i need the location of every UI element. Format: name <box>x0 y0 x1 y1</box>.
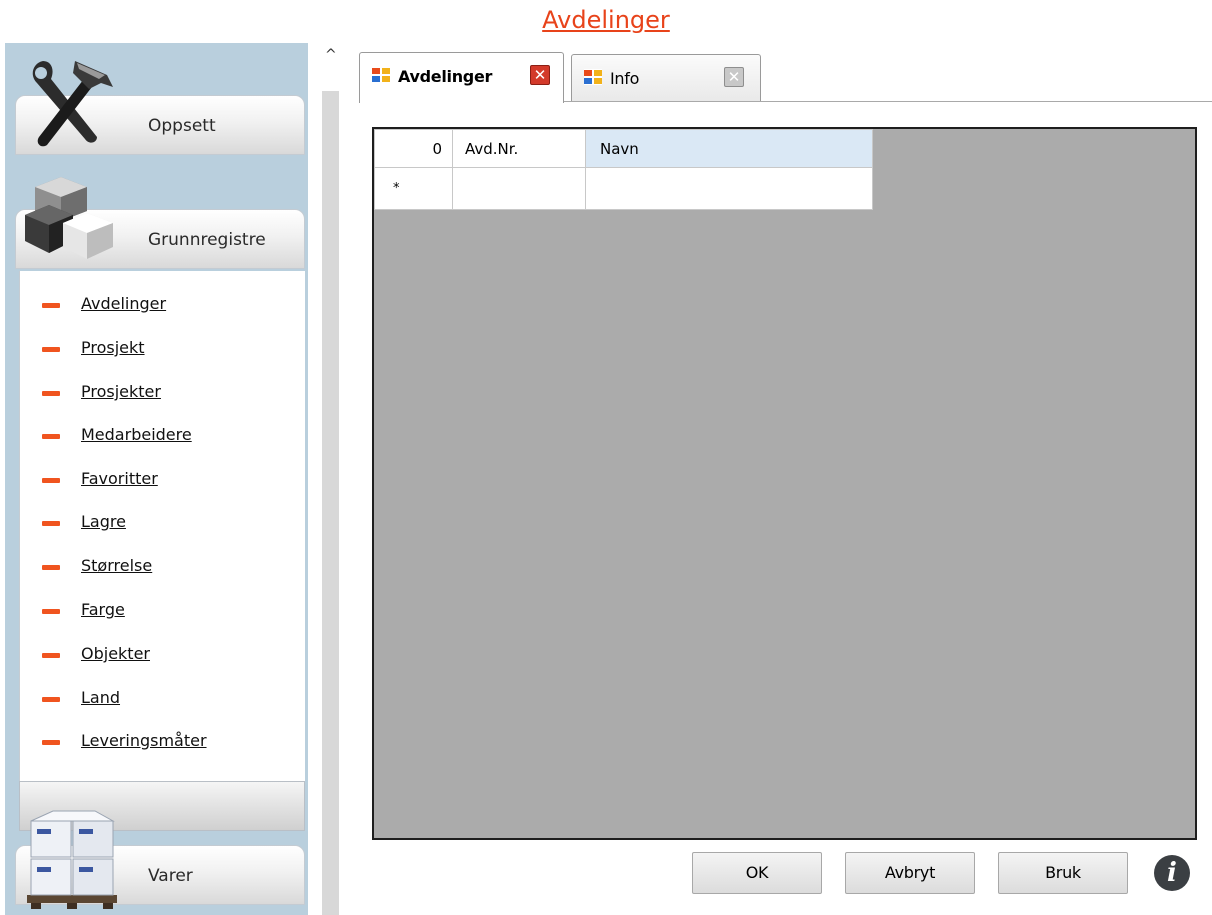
close-icon[interactable]: ✕ <box>530 65 550 85</box>
tab-info[interactable]: Info ✕ <box>571 54 761 101</box>
orange-dash-icon <box>42 565 60 570</box>
collapse-caret-icon[interactable]: ^ <box>325 47 337 63</box>
orange-dash-icon <box>42 697 60 702</box>
column-header-avd-nr[interactable]: Avd.Nr. <box>452 129 586 168</box>
tab-avdelinger[interactable]: Avdelinger ✕ <box>359 52 564 103</box>
new-row-cell-navn[interactable] <box>585 167 873 210</box>
pallet-boxes-icon <box>27 810 117 909</box>
grid-header-row: 0 Avd.Nr. Navn <box>374 129 873 168</box>
tools-icon <box>32 61 113 147</box>
sidebar-item-label: Lagre <box>81 512 126 531</box>
new-row-cell-avd-nr[interactable] <box>452 167 586 210</box>
sidebar-item-label: Prosjekter <box>81 382 161 401</box>
form-icon <box>372 67 390 83</box>
page-title: Avdelinger <box>542 6 670 34</box>
orange-dash-icon <box>42 478 60 483</box>
grid-new-row: * <box>374 167 873 210</box>
sidebar-item-label: Medarbeidere <box>81 425 192 444</box>
orange-dash-icon <box>42 303 60 308</box>
orange-dash-icon <box>42 434 60 439</box>
ok-button[interactable]: OK <box>692 852 822 894</box>
orange-dash-icon <box>42 391 60 396</box>
form-icon <box>584 69 602 85</box>
sidebar-item-label: Land <box>81 688 121 707</box>
info-icon[interactable]: i <box>1154 855 1190 891</box>
data-grid[interactable]: 0 Avd.Nr. Navn * <box>372 127 1197 840</box>
sidebar-item-label: Leveringsmåter <box>81 731 207 750</box>
orange-dash-icon <box>42 521 60 526</box>
cancel-button[interactable]: Avbryt <box>845 852 975 894</box>
sidebar-header-label: Varer <box>148 866 193 886</box>
row-header-count[interactable]: 0 <box>374 129 453 168</box>
orange-dash-icon <box>42 740 60 745</box>
sidebar-nav-list: Avdelinger Prosjekt Prosjekter Medarbeid… <box>19 271 305 831</box>
tab-label: Info <box>610 69 640 88</box>
close-icon[interactable]: ✕ <box>724 67 744 87</box>
sidebar-header-label: Oppsett <box>148 116 216 136</box>
orange-dash-icon <box>42 609 60 614</box>
new-row-marker[interactable]: * <box>374 167 453 210</box>
cubes-icon <box>25 177 113 259</box>
sidebar: Oppsett Grunnregistre Avdelinger Prosjek… <box>5 43 308 915</box>
splitter-bar[interactable] <box>322 91 339 915</box>
sidebar-item-label: Størrelse <box>81 556 153 575</box>
sidebar-item-label: Avdelinger <box>81 294 167 313</box>
sidebar-item-label: Prosjekt <box>81 338 145 357</box>
apply-button[interactable]: Bruk <box>998 852 1128 894</box>
tab-strip: Avdelinger ✕ Info ✕ <box>348 43 1212 103</box>
sidebar-header-label: Grunnregistre <box>148 230 266 250</box>
splitter: ^ <box>308 43 348 915</box>
column-header-navn[interactable]: Navn <box>585 129 873 168</box>
grid-table: 0 Avd.Nr. Navn * <box>374 129 873 210</box>
orange-dash-icon <box>42 653 60 658</box>
tab-label: Avdelinger <box>398 67 493 86</box>
sidebar-item-label: Objekter <box>81 644 150 663</box>
sidebar-item-label: Favoritter <box>81 469 158 488</box>
sidebar-item-label: Farge <box>81 600 125 619</box>
orange-dash-icon <box>42 347 60 352</box>
